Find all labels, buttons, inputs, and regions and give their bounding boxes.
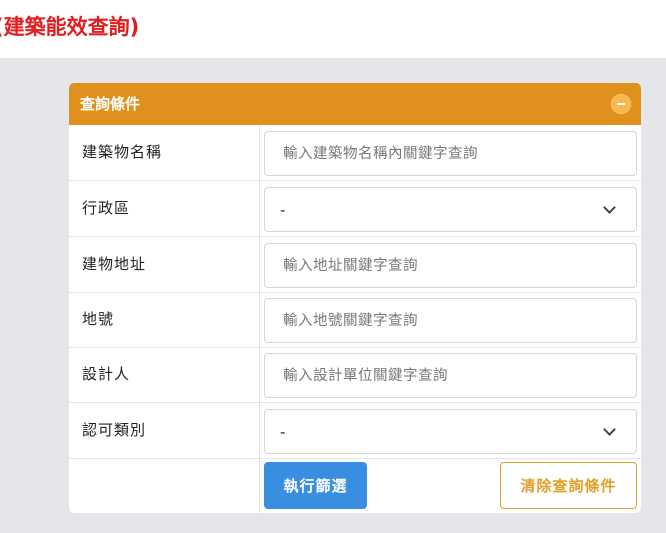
row-designer: 設計人	[69, 347, 641, 403]
row-divider	[259, 125, 260, 180]
district-selected-value: -	[280, 201, 286, 219]
page-header: (建築能效查詢)	[0, 0, 666, 58]
row-divider	[259, 181, 260, 236]
approval-type-label: 認可類別	[82, 421, 147, 439]
row-building-name: 建築物名稱	[69, 125, 641, 181]
approval-type-selected-value: -	[280, 423, 286, 441]
address-input[interactable]	[264, 243, 637, 288]
row-address: 建物地址	[69, 237, 641, 293]
action-row: 執行篩選 清除查詢條件	[69, 458, 641, 513]
district-select[interactable]: -	[264, 187, 637, 232]
address-label: 建物地址	[82, 255, 147, 273]
filter-button[interactable]: 執行篩選	[264, 462, 367, 509]
designer-input[interactable]	[264, 353, 637, 398]
row-divider	[259, 403, 260, 458]
row-land-number: 地號	[69, 292, 641, 348]
clear-conditions-button[interactable]: 清除查詢條件	[500, 462, 637, 509]
row-approval-type: 認可類別 -	[69, 403, 641, 459]
district-label: 行政區	[82, 199, 131, 217]
approval-type-select[interactable]: -	[264, 409, 637, 454]
row-divider	[259, 292, 260, 347]
land-number-label: 地號	[82, 310, 115, 328]
chevron-down-icon	[603, 201, 616, 214]
row-district: 行政區 -	[69, 181, 641, 237]
search-panel: 查詢條件 建築物名稱 行政區 - 建物地址 地號 設計人 認可類別	[69, 83, 641, 513]
row-divider	[259, 458, 260, 513]
panel-title: 查詢條件	[80, 95, 141, 113]
land-number-input[interactable]	[264, 298, 637, 343]
building-name-label: 建築物名稱	[82, 143, 163, 161]
row-divider	[259, 237, 260, 292]
minus-circle-icon[interactable]	[611, 94, 631, 114]
chevron-down-icon	[603, 423, 616, 436]
row-divider	[259, 347, 260, 402]
panel-header: 查詢條件	[69, 83, 641, 125]
designer-label: 設計人	[82, 365, 131, 383]
building-name-input[interactable]	[264, 131, 637, 176]
page-title: (建築能效查詢)	[0, 15, 140, 39]
